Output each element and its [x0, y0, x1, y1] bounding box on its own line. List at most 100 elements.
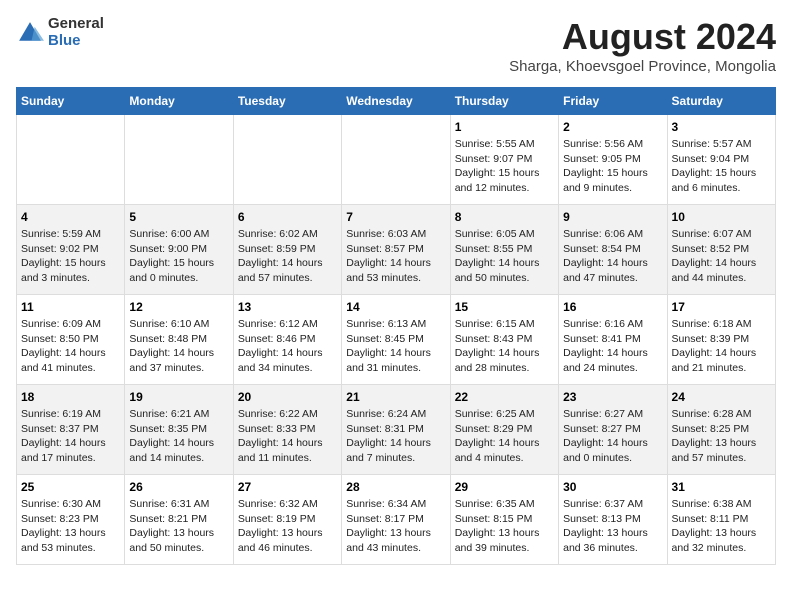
day-number: 9 [563, 210, 662, 224]
day-number: 21 [346, 390, 445, 404]
calendar-cell: 16 Sunrise: 6:16 AM Sunset: 8:41 PM Dayli… [559, 295, 667, 385]
calendar-cell: 3Sunrise: 5:57 AM Sunset: 9:04 PM Daylig… [667, 115, 775, 205]
calendar-cell: 29 Sunrise: 6:35 AM Sunset: 8:15 PM Dayli… [450, 475, 558, 565]
day-number: 12 [129, 300, 228, 314]
day-number: 15 [455, 300, 554, 314]
week-row-2: 4Sunrise: 5:59 AM Sunset: 9:02 PM Daylig… [17, 205, 776, 295]
week-row-3: 11 Sunrise: 6:09 AM Sunset: 8:50 PM Dayli… [17, 295, 776, 385]
calendar-cell: 21Sunrise: 6:24 AM Sunset: 8:31 PM Dayli… [342, 385, 450, 475]
day-info: Sunrise: 6:02 AM Sunset: 8:59 PM Dayligh… [238, 227, 337, 286]
calendar-cell [17, 115, 125, 205]
day-number: 2 [563, 120, 662, 134]
header-day-wednesday: Wednesday [342, 88, 450, 115]
day-info: Sunrise: 6:27 AM Sunset: 8:27 PM Dayligh… [563, 407, 662, 466]
day-info: Sunrise: 6:32 AM Sunset: 8:19 PM Dayligh… [238, 497, 337, 556]
day-info: Sunrise: 6:35 AM Sunset: 8:15 PM Dayligh… [455, 497, 554, 556]
day-number: 18 [21, 390, 120, 404]
day-info: Sunrise: 6:22 AM Sunset: 8:33 PM Dayligh… [238, 407, 337, 466]
day-info: Sunrise: 6:37 AM Sunset: 8:13 PM Dayligh… [563, 497, 662, 556]
day-info: Sunrise: 6:34 AM Sunset: 8:17 PM Dayligh… [346, 497, 445, 556]
day-number: 5 [129, 210, 228, 224]
day-info: Sunrise: 6:10 AM Sunset: 8:48 PM Dayligh… [129, 317, 228, 376]
day-info: Sunrise: 6:09 AM Sunset: 8:50 PM Dayligh… [21, 317, 120, 376]
calendar-cell [125, 115, 233, 205]
logo-icon [16, 19, 44, 47]
calendar-cell: 14 Sunrise: 6:13 AM Sunset: 8:45 PM Dayli… [342, 295, 450, 385]
day-info: Sunrise: 6:03 AM Sunset: 8:57 PM Dayligh… [346, 227, 445, 286]
calendar-cell: 1 Sunrise: 5:55 AM Sunset: 9:07 PM Daylig… [450, 115, 558, 205]
calendar-cell: 28 Sunrise: 6:34 AM Sunset: 8:17 PM Dayli… [342, 475, 450, 565]
calendar-cell: 22Sunrise: 6:25 AM Sunset: 8:29 PM Dayli… [450, 385, 558, 475]
day-number: 29 [455, 480, 554, 494]
day-info: Sunrise: 5:59 AM Sunset: 9:02 PM Dayligh… [21, 227, 120, 286]
calendar-header: SundayMondayTuesdayWednesdayThursdayFrid… [17, 88, 776, 115]
week-row-1: 1 Sunrise: 5:55 AM Sunset: 9:07 PM Daylig… [17, 115, 776, 205]
day-number: 14 [346, 300, 445, 314]
day-number: 7 [346, 210, 445, 224]
logo-text: General Blue [48, 16, 104, 49]
day-info: Sunrise: 6:19 AM Sunset: 8:37 PM Dayligh… [21, 407, 120, 466]
day-number: 26 [129, 480, 228, 494]
day-number: 28 [346, 480, 445, 494]
day-number: 23 [563, 390, 662, 404]
calendar-cell: 10 Sunrise: 6:07 AM Sunset: 8:52 PM Dayli… [667, 205, 775, 295]
day-info: Sunrise: 6:38 AM Sunset: 8:11 PM Dayligh… [672, 497, 771, 556]
calendar-cell: 11 Sunrise: 6:09 AM Sunset: 8:50 PM Dayli… [17, 295, 125, 385]
calendar-cell: 19Sunrise: 6:21 AM Sunset: 8:35 PM Dayli… [125, 385, 233, 475]
day-info: Sunrise: 6:28 AM Sunset: 8:25 PM Dayligh… [672, 407, 771, 466]
title-area: August 2024 Sharga, Khoevsgoel Province,… [509, 16, 776, 75]
header-day-tuesday: Tuesday [233, 88, 341, 115]
day-info: Sunrise: 6:30 AM Sunset: 8:23 PM Dayligh… [21, 497, 120, 556]
calendar-cell: 5 Sunrise: 6:00 AM Sunset: 9:00 PM Daylig… [125, 205, 233, 295]
subtitle: Sharga, Khoevsgoel Province, Mongolia [509, 58, 776, 75]
calendar-cell: 31Sunrise: 6:38 AM Sunset: 8:11 PM Dayli… [667, 475, 775, 565]
day-number: 1 [455, 120, 554, 134]
day-number: 10 [672, 210, 771, 224]
main-title: August 2024 [509, 16, 776, 58]
day-number: 13 [238, 300, 337, 314]
logo: General Blue [16, 16, 104, 49]
calendar-cell: 30 Sunrise: 6:37 AM Sunset: 8:13 PM Dayli… [559, 475, 667, 565]
calendar-cell: 7 Sunrise: 6:03 AM Sunset: 8:57 PM Daylig… [342, 205, 450, 295]
day-info: Sunrise: 5:57 AM Sunset: 9:04 PM Dayligh… [672, 137, 771, 196]
calendar-cell: 25Sunrise: 6:30 AM Sunset: 8:23 PM Dayli… [17, 475, 125, 565]
day-info: Sunrise: 6:16 AM Sunset: 8:41 PM Dayligh… [563, 317, 662, 376]
calendar-cell: 8 Sunrise: 6:05 AM Sunset: 8:55 PM Daylig… [450, 205, 558, 295]
day-number: 30 [563, 480, 662, 494]
header-day-saturday: Saturday [667, 88, 775, 115]
header: General Blue August 2024 Sharga, Khoevsg… [16, 16, 776, 75]
week-row-5: 25Sunrise: 6:30 AM Sunset: 8:23 PM Dayli… [17, 475, 776, 565]
calendar-cell: 4Sunrise: 5:59 AM Sunset: 9:02 PM Daylig… [17, 205, 125, 295]
header-day-thursday: Thursday [450, 88, 558, 115]
day-info: Sunrise: 6:05 AM Sunset: 8:55 PM Dayligh… [455, 227, 554, 286]
header-day-friday: Friday [559, 88, 667, 115]
day-info: Sunrise: 5:55 AM Sunset: 9:07 PM Dayligh… [455, 137, 554, 196]
day-number: 6 [238, 210, 337, 224]
day-number: 8 [455, 210, 554, 224]
day-number: 16 [563, 300, 662, 314]
header-day-monday: Monday [125, 88, 233, 115]
day-number: 11 [21, 300, 120, 314]
calendar-cell: 6 Sunrise: 6:02 AM Sunset: 8:59 PM Daylig… [233, 205, 341, 295]
calendar-cell [233, 115, 341, 205]
calendar-cell: 23 Sunrise: 6:27 AM Sunset: 8:27 PM Dayli… [559, 385, 667, 475]
calendar-cell: 9 Sunrise: 6:06 AM Sunset: 8:54 PM Daylig… [559, 205, 667, 295]
day-info: Sunrise: 6:18 AM Sunset: 8:39 PM Dayligh… [672, 317, 771, 376]
header-day-sunday: Sunday [17, 88, 125, 115]
day-info: Sunrise: 6:06 AM Sunset: 8:54 PM Dayligh… [563, 227, 662, 286]
day-info: Sunrise: 6:07 AM Sunset: 8:52 PM Dayligh… [672, 227, 771, 286]
calendar-cell: 12 Sunrise: 6:10 AM Sunset: 8:48 PM Dayli… [125, 295, 233, 385]
calendar-cell: 20Sunrise: 6:22 AM Sunset: 8:33 PM Dayli… [233, 385, 341, 475]
day-info: Sunrise: 6:13 AM Sunset: 8:45 PM Dayligh… [346, 317, 445, 376]
day-info: Sunrise: 6:00 AM Sunset: 9:00 PM Dayligh… [129, 227, 228, 286]
calendar-cell: 18 Sunrise: 6:19 AM Sunset: 8:37 PM Dayli… [17, 385, 125, 475]
day-number: 27 [238, 480, 337, 494]
header-row: SundayMondayTuesdayWednesdayThursdayFrid… [17, 88, 776, 115]
calendar-cell: 2Sunrise: 5:56 AM Sunset: 9:05 PM Daylig… [559, 115, 667, 205]
day-info: Sunrise: 6:15 AM Sunset: 8:43 PM Dayligh… [455, 317, 554, 376]
day-number: 22 [455, 390, 554, 404]
calendar-cell: 17Sunrise: 6:18 AM Sunset: 8:39 PM Dayli… [667, 295, 775, 385]
logo-blue-label: Blue [48, 33, 104, 50]
day-number: 19 [129, 390, 228, 404]
day-number: 24 [672, 390, 771, 404]
